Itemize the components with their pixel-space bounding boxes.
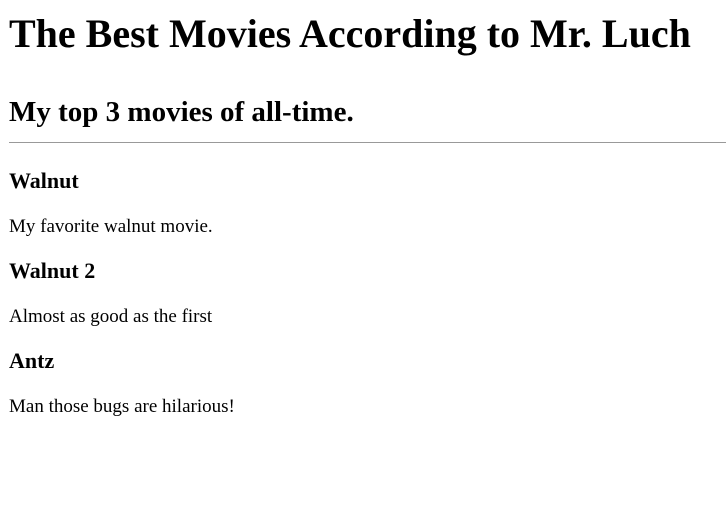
movie-item-walnut-2: Walnut 2 Almost as good as the first [9,258,717,328]
movie-description: My favorite walnut movie. [9,216,213,237]
page-subtitle: My top 3 movies of all-time. [9,96,354,128]
movie-item-antz: Antz Man those bugs are hilarious! [9,348,717,418]
movie-title: Walnut [9,168,79,193]
movie-description: Almost as good as the first [9,306,213,327]
movie-title: Walnut 2 [9,258,96,283]
divider [9,142,726,143]
movie-item-walnut: Walnut My favorite walnut movie. [9,168,717,238]
movie-list: Walnut My favorite walnut movie. Walnut … [9,168,717,438]
movie-title: Antz [9,348,55,373]
page: The Best Movies According to Mr. Luch My… [0,0,726,528]
movie-description: Man those bugs are hilarious! [9,396,235,417]
page-title: The Best Movies According to Mr. Luch [9,11,691,56]
